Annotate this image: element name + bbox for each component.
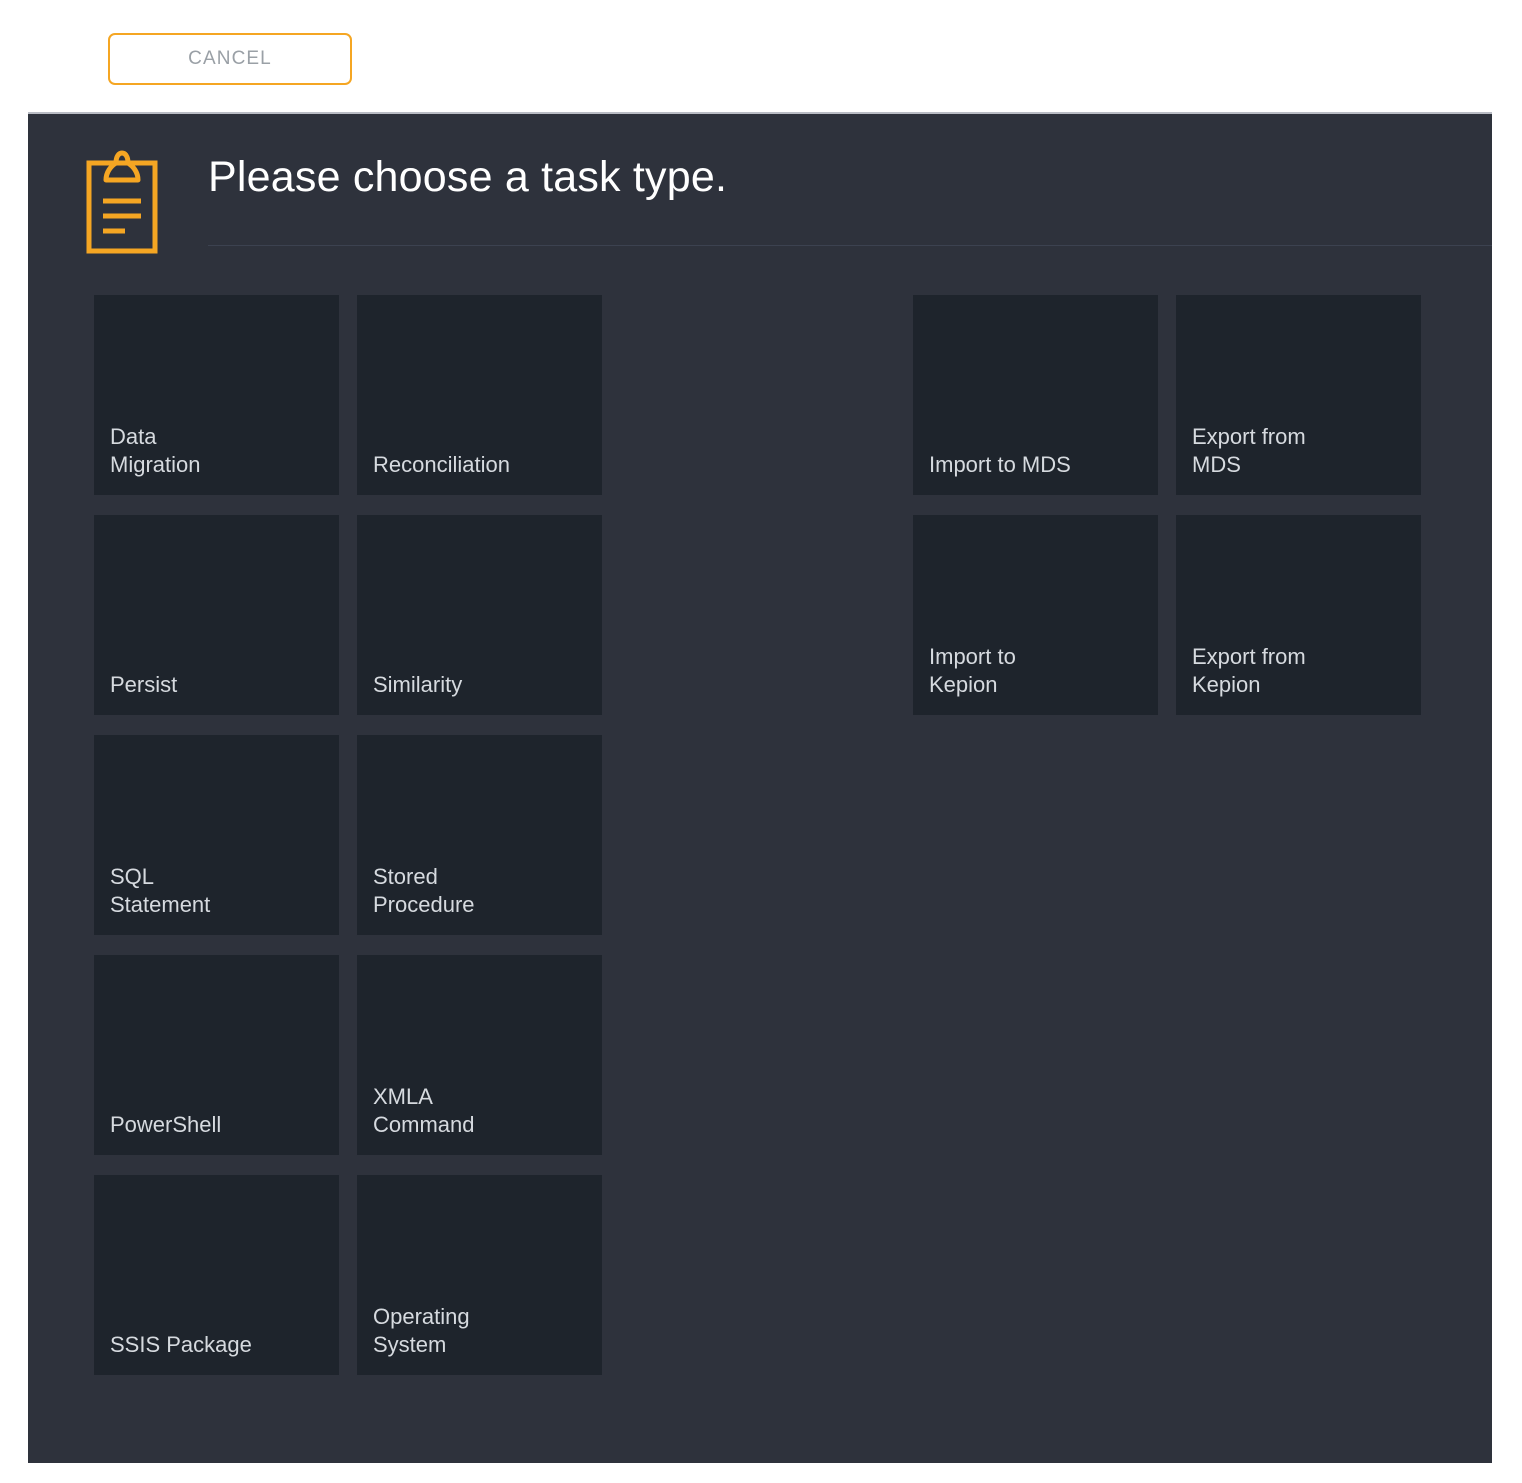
task-type-tile[interactable]: Stored Procedure xyxy=(357,735,602,935)
dialog-header: Please choose a task type. xyxy=(28,114,1492,254)
task-type-tile-label: Similarity xyxy=(373,671,463,697)
task-type-tile[interactable]: PowerShell xyxy=(94,955,339,1155)
task-type-tile-label: SSIS Package xyxy=(110,1331,252,1357)
page-title: Please choose a task type. xyxy=(208,153,728,201)
task-type-tile[interactable]: Import to MDS xyxy=(913,295,1158,495)
task-type-tile[interactable]: Operating System xyxy=(357,1175,602,1375)
task-type-tile[interactable]: Reconciliation xyxy=(357,295,602,495)
task-type-tile-label: Export from MDS xyxy=(1192,423,1306,477)
clipboard-icon xyxy=(86,150,158,254)
task-type-tile[interactable]: Persist xyxy=(94,515,339,715)
task-type-tile-label: SQL Statement xyxy=(110,863,211,917)
task-type-tile[interactable]: Similarity xyxy=(357,515,602,715)
task-type-tile-label: Persist xyxy=(110,671,178,697)
task-type-tile-label: Export from Kepion xyxy=(1192,643,1306,697)
task-type-dialog: Please choose a task type. Data Migratio… xyxy=(28,112,1492,1463)
task-type-grid-right: Import to MDS Export from MDS Import to Ke… xyxy=(913,295,1421,715)
task-type-tile[interactable]: XMLA Command xyxy=(357,955,602,1155)
cancel-button[interactable]: CANCEL xyxy=(108,33,352,85)
task-type-grid-left: Data Migration Reconciliation Persist Simil… xyxy=(94,295,602,1375)
task-type-tile-label: Import to Kepion xyxy=(929,643,1016,697)
task-type-tile-label: Stored Procedure xyxy=(373,863,475,917)
task-type-tile[interactable]: Export from Kepion xyxy=(1176,515,1421,715)
task-type-tile[interactable]: Data Migration xyxy=(94,295,339,495)
header-divider xyxy=(208,245,1492,246)
task-type-tile-label: Reconciliation xyxy=(373,451,510,477)
task-type-tile-label: XMLA Command xyxy=(373,1083,475,1137)
task-type-tile[interactable]: Export from MDS xyxy=(1176,295,1421,495)
task-type-tile-label: Operating System xyxy=(373,1303,470,1357)
task-type-tile[interactable]: SQL Statement xyxy=(94,735,339,935)
task-type-tile-label: Import to MDS xyxy=(929,451,1071,477)
top-toolbar: CANCEL xyxy=(0,0,1522,112)
task-type-tile[interactable]: SSIS Package xyxy=(94,1175,339,1375)
task-type-tile-label: Data Migration xyxy=(110,423,201,477)
task-type-tile-label: PowerShell xyxy=(110,1111,222,1137)
task-type-tile[interactable]: Import to Kepion xyxy=(913,515,1158,715)
